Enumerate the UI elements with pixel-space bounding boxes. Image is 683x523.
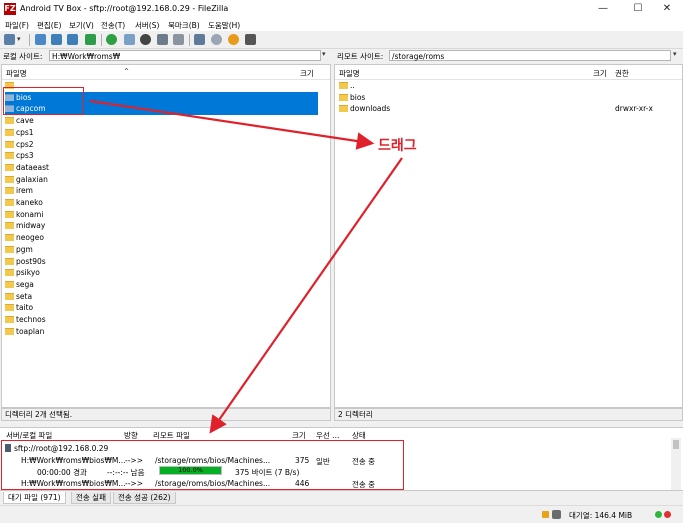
drag-arrow-to-remote bbox=[89, 99, 375, 150]
drag-arrow-to-queue bbox=[209, 157, 403, 434]
drag-arrows bbox=[89, 99, 403, 434]
drag-annotation-label: 드래그 bbox=[378, 138, 417, 154]
